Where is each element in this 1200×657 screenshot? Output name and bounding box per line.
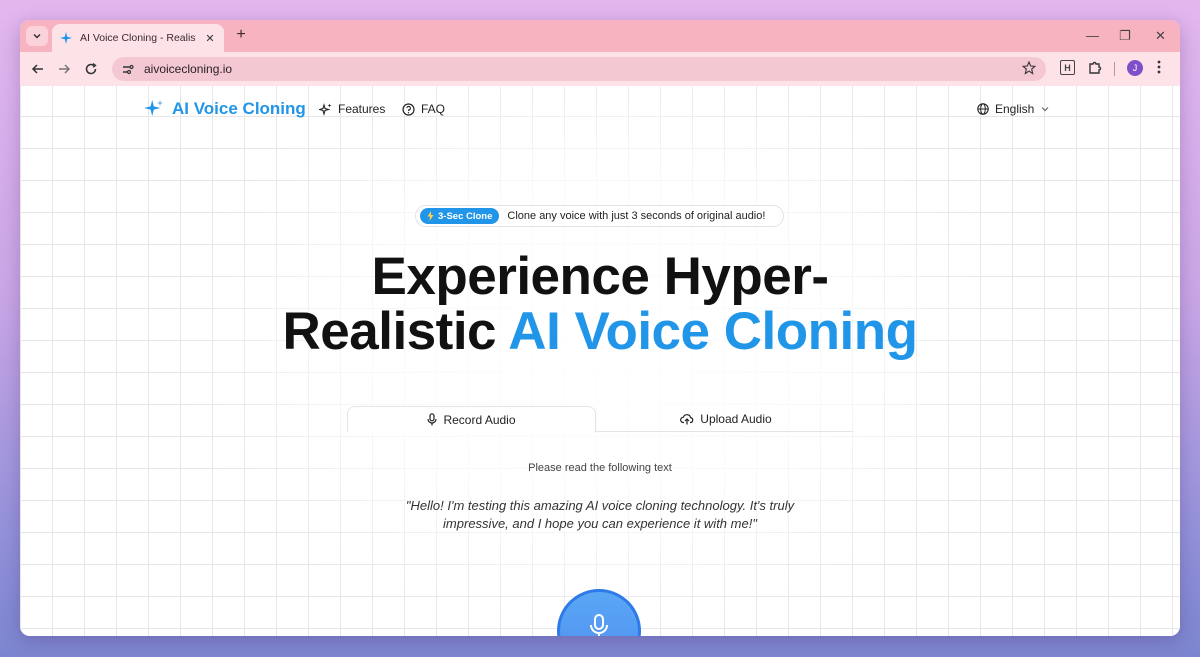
brand-name: AI Voice Cloning <box>172 99 306 118</box>
hero-title-line1: Experience Hyper- <box>371 247 829 306</box>
web-page: AI Voice Cloning Features FAQ English 3-… <box>20 86 1180 636</box>
nav-link-features-label: Features <box>338 102 386 116</box>
back-button[interactable] <box>30 61 46 77</box>
cloud-upload-icon <box>680 414 694 425</box>
sparkles-icon <box>319 102 332 116</box>
address-bar[interactable]: aivoicecloning.io <box>112 57 1046 81</box>
extension-h-icon[interactable]: H <box>1060 60 1075 75</box>
tab-search-button[interactable] <box>26 26 48 46</box>
chevron-down-icon <box>33 33 41 39</box>
globe-icon <box>977 103 989 115</box>
close-tab-icon[interactable]: ✕ <box>204 32 216 45</box>
browser-window: AI Voice Cloning - Realistic AI V ✕ + — … <box>20 20 1180 636</box>
reading-quote: "Hello! I'm testing this amazing AI voic… <box>405 498 795 531</box>
record-button[interactable] <box>557 589 641 636</box>
arrow-right-icon <box>59 64 71 74</box>
language-selector[interactable]: English <box>977 102 1050 116</box>
hero-title-plain: Realistic <box>282 302 509 361</box>
audio-source-tabs: Record Audio Upload Audio <box>347 406 853 433</box>
restore-button[interactable]: ❐ <box>1119 28 1131 44</box>
extension-h-label: H <box>1060 60 1075 75</box>
hero-title-line2: Realistic AI Voice Cloning <box>20 304 1180 360</box>
announcement-badge: 3-Sec Clone Clone any voice with just 3 … <box>415 205 784 227</box>
nav-link-features[interactable]: Features <box>319 102 385 116</box>
badge-text: Clone any voice with just 3 seconds of o… <box>507 210 766 222</box>
microphone-icon <box>427 413 438 426</box>
url-text: aivoicecloning.io <box>144 62 233 76</box>
browser-toolbar: aivoicecloning.io H J <box>20 52 1180 86</box>
reload-icon <box>85 62 97 75</box>
sparkle-logo-icon <box>144 99 163 117</box>
tab-record-label: Record Audio <box>443 412 516 427</box>
new-tab-button[interactable]: + <box>233 26 249 44</box>
tab-record-audio[interactable]: Record Audio <box>347 406 596 433</box>
sparkle-icon <box>60 32 72 44</box>
chevron-down-icon <box>1041 107 1049 112</box>
extensions-puzzle-icon[interactable] <box>1088 60 1103 80</box>
browser-tab-active[interactable]: AI Voice Cloning - Realistic AI V ✕ <box>52 24 224 52</box>
minimize-button[interactable]: — <box>1086 28 1099 43</box>
close-window-button[interactable]: ✕ <box>1155 28 1166 44</box>
hero-title-accent: AI Voice Cloning <box>508 302 918 361</box>
help-circle-icon <box>402 102 415 116</box>
bookmark-star-icon[interactable] <box>1021 60 1037 80</box>
badge-tag: 3-Sec Clone <box>420 208 500 224</box>
language-label: English <box>995 102 1035 116</box>
badge-tag-label: 3-Sec Clone <box>438 210 493 222</box>
site-nav: AI Voice Cloning Features FAQ English <box>20 86 1180 132</box>
nav-link-faq-label: FAQ <box>421 102 446 116</box>
tab-upload-label: Upload Audio <box>700 412 772 426</box>
forward-button[interactable] <box>56 61 72 77</box>
brand-logo[interactable]: AI Voice Cloning <box>144 99 306 119</box>
tab-title: AI Voice Cloning - Realistic AI V <box>80 32 196 44</box>
reading-prompt: Please read the following text <box>528 462 672 474</box>
nav-link-faq[interactable]: FAQ <box>402 102 445 116</box>
menu-kebab-icon[interactable] <box>1157 60 1161 79</box>
microphone-icon <box>590 614 608 636</box>
profile-avatar[interactable]: J <box>1127 60 1143 76</box>
lightning-icon <box>427 211 434 221</box>
arrow-left-icon <box>31 64 43 74</box>
tab-strip: AI Voice Cloning - Realistic AI V ✕ + — … <box>20 20 1180 52</box>
toolbar-divider <box>1114 62 1115 76</box>
tab-upload-audio[interactable]: Upload Audio <box>599 406 853 432</box>
reload-button[interactable] <box>83 61 99 77</box>
site-info-icon[interactable] <box>118 60 136 78</box>
